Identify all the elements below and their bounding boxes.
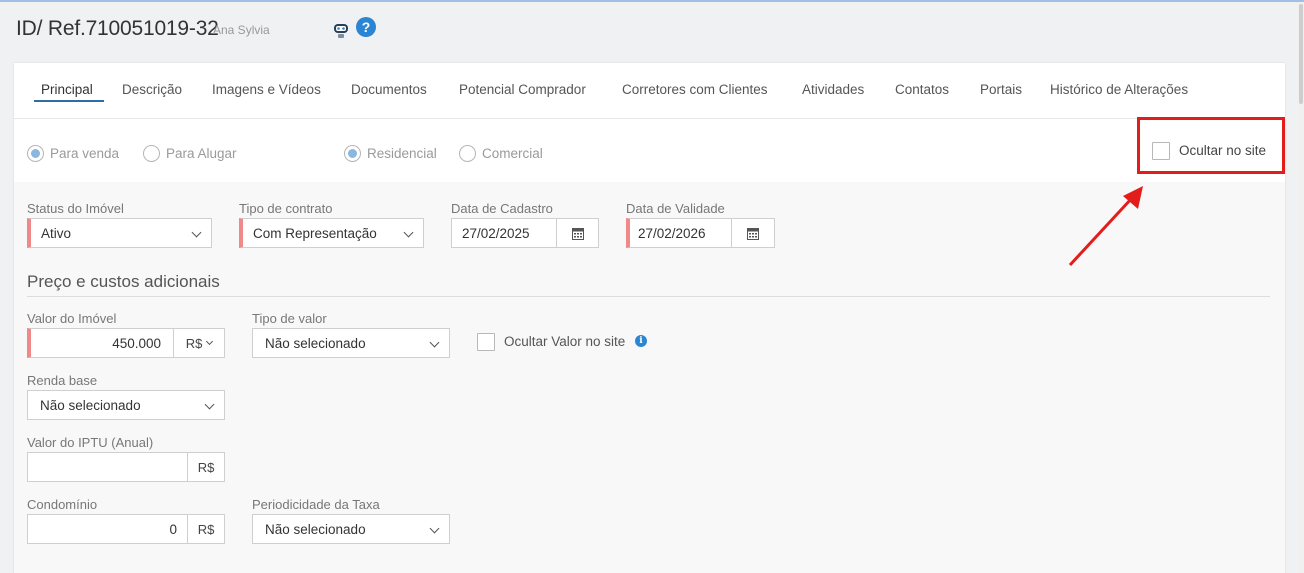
valor-imovel-label: Valor do Imóvel (27, 311, 117, 326)
section-divider (27, 296, 1270, 297)
iptu-label: Valor do IPTU (Anual) (27, 435, 154, 450)
periodicidade-select[interactable]: Não selecionado (252, 514, 450, 544)
radio-para-venda[interactable]: Para venda (27, 145, 119, 162)
tipo-valor-select[interactable]: Não selecionado (252, 328, 450, 358)
active-tab-indicator (34, 100, 104, 102)
cadastro-date-input[interactable]: 27/02/2025 (451, 218, 557, 248)
valor-imovel-input[interactable]: 450.000 (27, 328, 174, 358)
radio-residencial[interactable]: Residencial (344, 145, 437, 162)
radio-unchecked-icon (459, 145, 476, 162)
robot-assistant-icon[interactable] (328, 16, 354, 42)
tab-documentos[interactable]: Documentos (351, 82, 427, 97)
radio-comercial[interactable]: Comercial (459, 145, 543, 162)
tab-portais[interactable]: Portais (980, 82, 1022, 97)
page-title: ID/ Ref.710051019-32 (16, 17, 219, 40)
calendar-icon (747, 227, 759, 240)
radio-checked-icon (344, 145, 361, 162)
renda-base-select[interactable]: Não selecionado (27, 390, 225, 420)
contrato-select[interactable]: Com Representação (239, 218, 424, 248)
condominio-label: Condomínio (27, 497, 98, 512)
help-icon[interactable]: ? (356, 17, 376, 37)
contrato-label: Tipo de contrato (239, 201, 333, 216)
condominio-currency: R$ (187, 514, 225, 544)
calendar-icon (571, 227, 584, 240)
scrollbar-thumb[interactable] (1299, 4, 1303, 104)
validade-date-input[interactable]: 27/02/2026 (626, 218, 732, 248)
tab-atividades[interactable]: Atividades (802, 82, 864, 97)
tab-principal[interactable]: Principal (41, 82, 93, 97)
chevron-down-icon (191, 227, 202, 238)
tab-imagens-videos[interactable]: Imagens e Vídeos (212, 82, 321, 97)
info-icon[interactable]: i (635, 335, 647, 347)
tab-historico[interactable]: Histórico de Alterações (1050, 82, 1188, 97)
agent-name: Ana Sylvia (213, 23, 270, 37)
chevron-down-icon (403, 227, 414, 238)
radio-checked-icon (27, 145, 44, 162)
iptu-currency: R$ (187, 452, 225, 482)
radio-para-alugar[interactable]: Para Alugar (143, 145, 237, 162)
validade-calendar-button[interactable] (731, 218, 775, 248)
periodicidade-label: Periodicidade da Taxa (252, 497, 380, 512)
radio-unchecked-icon (143, 145, 160, 162)
status-select[interactable]: Ativo (27, 218, 212, 248)
iptu-input[interactable] (27, 452, 188, 482)
valor-currency-select[interactable]: R$ (173, 328, 225, 358)
validade-label: Data de Validade (626, 201, 725, 216)
ocultar-valor-label: Ocultar Valor no site (504, 334, 626, 349)
annotation-arrow-icon (1068, 186, 1143, 267)
cadastro-calendar-button[interactable] (556, 218, 599, 248)
section-title-preco: Preço e custos adicionais (27, 272, 220, 291)
chevron-down-icon (206, 337, 214, 346)
condominio-input[interactable]: 0 (27, 514, 188, 544)
cadastro-label: Data de Cadastro (451, 201, 553, 216)
tab-contatos[interactable]: Contatos (895, 82, 949, 97)
tab-potencial-comprador[interactable]: Potencial Comprador (459, 82, 586, 97)
chevron-down-icon (429, 523, 440, 534)
chevron-down-icon (204, 399, 215, 410)
chevron-down-icon (429, 337, 440, 348)
tab-descricao[interactable]: Descrição (122, 82, 182, 97)
tab-corretores-clientes[interactable]: Corretores com Clientes (622, 82, 768, 97)
ocultar-valor-checkbox[interactable] (477, 333, 495, 351)
status-label: Status do Imóvel (27, 201, 124, 216)
tipo-valor-label: Tipo de valor (252, 311, 327, 326)
renda-base-label: Renda base (27, 373, 98, 388)
annotation-highlight-box (1137, 117, 1285, 174)
